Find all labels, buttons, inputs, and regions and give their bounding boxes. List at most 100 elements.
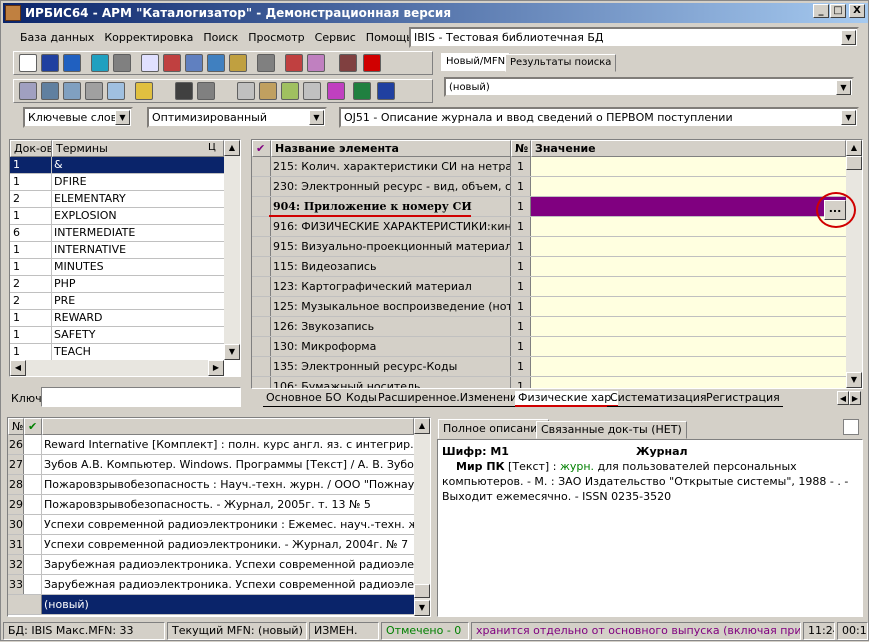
- term-row[interactable]: 1 SAFETY: [10, 327, 224, 344]
- field-value-input[interactable]: [531, 177, 846, 196]
- worksheet-select[interactable]: OJ51 - Описание журнала и ввод сведений …: [339, 107, 859, 128]
- field-row[interactable]: 123: Картографический материал 1: [252, 277, 846, 297]
- back-icon[interactable]: [91, 54, 109, 72]
- term-row[interactable]: 1 TEACH: [10, 344, 224, 361]
- term-row[interactable]: 2 PHP: [10, 276, 224, 293]
- scroll-thumb[interactable]: [414, 584, 430, 598]
- fields-vscroll[interactable]: ▲ ▼: [846, 140, 862, 388]
- chevron-down-icon[interactable]: ▼: [309, 110, 324, 125]
- table-icon[interactable]: [185, 54, 203, 72]
- record-check[interactable]: [24, 475, 42, 494]
- terms-col-docs[interactable]: Док-ов: [10, 140, 52, 157]
- record-check[interactable]: [24, 535, 42, 554]
- tab-physical[interactable]: Физические хар.: [515, 391, 618, 407]
- save-icon[interactable]: [41, 54, 59, 72]
- term-row[interactable]: 1 EXPLOSION: [10, 208, 224, 225]
- chevron-down-icon[interactable]: ▼: [841, 110, 856, 125]
- scroll-down-icon[interactable]: ▼: [414, 600, 430, 616]
- menu-service[interactable]: Сервис: [310, 28, 361, 47]
- field-row[interactable]: 215: Колич. характеристики СИ на нетради…: [252, 157, 846, 177]
- menu-search[interactable]: Поиск: [198, 28, 243, 47]
- tab-search-results[interactable]: Результаты поиска: [505, 54, 617, 72]
- tree-icon[interactable]: [207, 54, 225, 72]
- field-value-input[interactable]: [531, 377, 846, 388]
- list-icon[interactable]: [259, 82, 277, 100]
- scroll-up-icon[interactable]: ▲: [224, 140, 240, 156]
- records-col-num[interactable]: №: [8, 418, 24, 435]
- grid-icon[interactable]: [163, 54, 181, 72]
- view-icon[interactable]: [41, 82, 59, 100]
- records-vscroll[interactable]: ▲ ▼: [414, 418, 430, 616]
- key-input[interactable]: [41, 387, 241, 407]
- tools-icon[interactable]: [303, 82, 321, 100]
- record-row[interactable]: 29 Пожаровзрывобезопасность. - Журнал, 20…: [8, 495, 414, 515]
- search-mode-select[interactable]: Ключевые слова ▼: [23, 107, 133, 128]
- fields-col-num[interactable]: №: [511, 140, 531, 157]
- record-check[interactable]: [24, 495, 42, 514]
- tab-basic[interactable]: Основное БО: [263, 391, 345, 407]
- term-row[interactable]: 2 PRE: [10, 293, 224, 310]
- chevron-down-icon[interactable]: ▼: [841, 30, 856, 45]
- field-value-input[interactable]: [531, 217, 846, 236]
- term-row[interactable]: 1 DFIRE: [10, 174, 224, 191]
- find-icon[interactable]: [19, 82, 37, 100]
- scroll-down-icon[interactable]: ▼: [846, 372, 862, 388]
- print-icon[interactable]: [843, 419, 859, 435]
- record-row[interactable]: 30 Успехи современной радиоэлектроники : …: [8, 515, 414, 535]
- menu-database[interactable]: База данных: [15, 28, 99, 47]
- term-row[interactable]: 2 ELEMENTARY: [10, 191, 224, 208]
- z-icon[interactable]: [363, 54, 381, 72]
- tab-extended[interactable]: Расширенное.Изменения: [375, 391, 527, 407]
- tab-new-mfn[interactable]: Новый/MFN: [441, 53, 511, 71]
- database-select[interactable]: IBIS - Тестовая библиотечная БД ▼: [409, 27, 859, 48]
- terms-vscroll[interactable]: ▲ ▼: [224, 140, 240, 360]
- record-check[interactable]: [24, 455, 42, 474]
- field-value-input[interactable]: [531, 197, 846, 216]
- fields-col-value[interactable]: Значение: [531, 140, 846, 157]
- term-row[interactable]: 1 INTERNATIVE: [10, 242, 224, 259]
- pin-icon[interactable]: Ц: [208, 142, 216, 153]
- field-row[interactable]: 915: Визуально-проекционный материал 1: [252, 237, 846, 257]
- connect-icon[interactable]: [85, 82, 103, 100]
- fields-col-check[interactable]: ✔: [252, 140, 271, 157]
- export-icon[interactable]: [281, 82, 299, 100]
- field-value-input[interactable]: [531, 277, 846, 296]
- record-check[interactable]: [24, 435, 42, 454]
- record-row[interactable]: 31 Успехи современной радиоэлектроники. -…: [8, 535, 414, 555]
- record-row[interactable]: 27 Зубов А.В. Компьютер. Windows. Програм…: [8, 455, 414, 475]
- field-value-input[interactable]: [531, 257, 846, 276]
- menu-view[interactable]: Просмотр: [243, 28, 309, 47]
- chart-icon[interactable]: [327, 82, 345, 100]
- terms-hscroll[interactable]: ◀ ▶: [10, 360, 224, 376]
- scroll-right-icon[interactable]: ▶: [849, 391, 861, 405]
- menu-edit[interactable]: Корректировка: [99, 28, 198, 47]
- brush-icon[interactable]: [135, 82, 153, 100]
- minimize-button[interactable]: _: [813, 4, 829, 18]
- field-value-input[interactable]: [531, 337, 846, 356]
- record-row-new[interactable]: (новый): [8, 595, 414, 615]
- undo-icon[interactable]: [63, 54, 81, 72]
- term-row[interactable]: 6 INTERMEDIATE: [10, 225, 224, 242]
- record-row[interactable]: 28 Пожаровзрывобезопасность : Науч.-техн.…: [8, 475, 414, 495]
- edit-icon[interactable]: [229, 54, 247, 72]
- field-row[interactable]: 904: Приложение к номеру СИ 1: [252, 197, 846, 217]
- record-row[interactable]: 32 Зарубежная радиоэлектроника. Успехи со…: [8, 555, 414, 575]
- term-row[interactable]: 1 MINUTES: [10, 259, 224, 276]
- globe-icon[interactable]: [175, 82, 193, 100]
- record-row[interactable]: 33 Зарубежная радиоэлектроника. Успехи со…: [8, 575, 414, 595]
- field-row[interactable]: 916: ФИЗИЧЕСКИЕ ХАРАКТЕРИСТИКИ:кинофи 1: [252, 217, 846, 237]
- excel-icon[interactable]: [353, 82, 371, 100]
- chevron-down-icon[interactable]: ▼: [115, 110, 130, 125]
- scroll-down-icon[interactable]: ▼: [224, 344, 240, 360]
- field-value-input[interactable]: [531, 317, 846, 336]
- export-icon[interactable]: [307, 54, 325, 72]
- field-value-input[interactable]: [531, 157, 846, 176]
- field-row[interactable]: 230: Электронный ресурс - вид, объем, си…: [252, 177, 846, 197]
- filter-icon[interactable]: [339, 54, 357, 72]
- scroll-up-icon[interactable]: ▲: [414, 418, 430, 434]
- copy-icon[interactable]: [107, 82, 125, 100]
- import-icon[interactable]: [285, 54, 303, 72]
- field-value-input[interactable]: [531, 357, 846, 376]
- mfn-select[interactable]: (новый) ▼: [444, 77, 854, 97]
- term-row[interactable]: 1 REWARD: [10, 310, 224, 327]
